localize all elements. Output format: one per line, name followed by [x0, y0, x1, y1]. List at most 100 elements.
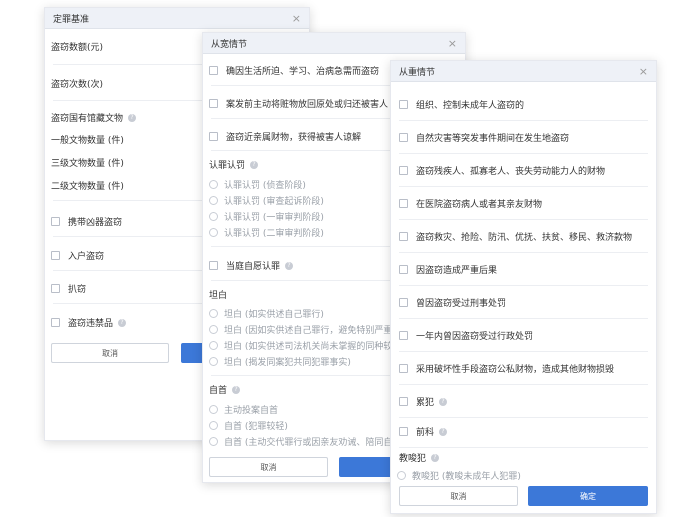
- dialog-aggravating: 从重情节 × 组织、控制未成年人盗窃的自然灾害等突发事件期间在发生地盗窃盗窃残疾…: [390, 60, 657, 514]
- radio-label: 坦白 (揭发同案犯共同犯罪事实): [224, 358, 351, 368]
- aggravating-item[interactable]: 一年内曾因盗窃受过行政处罚: [391, 329, 656, 342]
- radio-label: 认罪认罚 (侦查阶段): [224, 181, 306, 191]
- checkbox[interactable]: [51, 251, 60, 260]
- radio[interactable]: [209, 325, 218, 334]
- divider: [399, 417, 648, 418]
- checkbox-label: 在医院盗窃病人或者其亲友财物: [416, 200, 543, 210]
- dialog-header: 从宽情节 ×: [203, 33, 465, 54]
- checkbox[interactable]: [399, 133, 408, 142]
- aggravating-item[interactable]: 采用破坏性手段盗窃公私财物，造成其他财物损毁: [391, 362, 656, 375]
- aggravating-item[interactable]: 自然灾害等突发事件期间在发生地盗窃: [391, 131, 656, 144]
- divider: [399, 153, 648, 154]
- checkbox-label: 盗窃残疾人、孤寡老人、丧失劳动能力人的财物: [416, 167, 606, 177]
- checkbox-label: 当庭自愿认罪: [226, 262, 281, 272]
- checkbox[interactable]: [399, 232, 408, 241]
- radio-label: 坦白 (如实供述自己罪行): [224, 310, 324, 320]
- section-label: 自首: [209, 386, 228, 396]
- checkbox-label: 扒窃: [68, 285, 87, 295]
- dialog-title: 从宽情节: [211, 39, 248, 50]
- radio-label: 坦白 (因如实供述自己罪行，避免特别严重后: [224, 326, 402, 336]
- checkbox[interactable]: [399, 427, 408, 436]
- aggravating-item[interactable]: 盗窃残疾人、孤寡老人、丧失劳动能力人的财物: [391, 164, 656, 177]
- checkbox[interactable]: [399, 331, 408, 340]
- checkbox[interactable]: [399, 166, 408, 175]
- radio[interactable]: [209, 357, 218, 366]
- checkbox[interactable]: [209, 261, 218, 270]
- divider: [399, 120, 648, 121]
- section-instigate: 教唆犯?: [399, 451, 440, 464]
- cancel-button[interactable]: 取消: [51, 343, 169, 363]
- checkbox-label: 一年内曾因盗窃受过行政处罚: [416, 332, 534, 342]
- checkbox-label: 前科: [416, 428, 435, 438]
- radio[interactable]: [209, 437, 218, 446]
- aggravating-item[interactable]: 组织、控制未成年人盗窃的: [391, 98, 656, 111]
- cancel-button[interactable]: 取消: [209, 457, 328, 477]
- radio[interactable]: [209, 309, 218, 318]
- divider: [399, 252, 648, 253]
- aggravating-item[interactable]: 盗窃救灾、抢险、防汛、优抚、扶贫、移民、救济款物: [391, 230, 656, 243]
- checkbox-label: 盗窃违禁品: [68, 319, 114, 329]
- divider: [399, 186, 648, 187]
- radio[interactable]: [209, 180, 218, 189]
- checkbox[interactable]: [399, 397, 408, 406]
- help-icon[interactable]: ?: [128, 113, 137, 122]
- divider: [399, 318, 648, 319]
- radio[interactable]: [209, 212, 218, 221]
- radio[interactable]: [209, 405, 218, 414]
- close-icon[interactable]: ×: [292, 13, 301, 24]
- checkbox-label: 累犯: [416, 398, 435, 408]
- checkbox[interactable]: [209, 132, 218, 141]
- section-label: 盗窃国有馆藏文物: [51, 114, 124, 124]
- aggravating-item[interactable]: 前科?: [391, 425, 656, 438]
- field-label: 一般文物数量 (件): [51, 136, 124, 146]
- checkbox[interactable]: [209, 99, 218, 108]
- radio[interactable]: [209, 196, 218, 205]
- help-icon[interactable]: ?: [232, 385, 241, 394]
- checkbox[interactable]: [399, 298, 408, 307]
- divider: [399, 447, 648, 448]
- radio-label: 自首 (主动交代罪行或因亲友劝诫、陪同自首: [224, 438, 402, 448]
- radio-label: 教唆犯 (教唆未成年人犯罪): [412, 472, 521, 482]
- section-label: 认罪认罚: [209, 161, 246, 171]
- close-icon[interactable]: ×: [448, 38, 457, 49]
- help-icon[interactable]: ?: [439, 427, 448, 436]
- checkbox[interactable]: [51, 284, 60, 293]
- radio[interactable]: [209, 421, 218, 430]
- radio-label: 认罪认罚 (审查起诉阶段): [224, 197, 324, 207]
- checkbox-label: 采用破坏性手段盗窃公私财物，造成其他财物损毁: [416, 365, 615, 375]
- checkbox-label: 携带凶器盗窃: [68, 218, 123, 228]
- checkbox[interactable]: [51, 217, 60, 226]
- radio[interactable]: [397, 471, 406, 480]
- radio-label: 认罪认罚 (一审审判阶段): [224, 213, 324, 223]
- checkbox-label: 自然灾害等突发事件期间在发生地盗窃: [416, 134, 570, 144]
- radio[interactable]: [209, 341, 218, 350]
- close-icon[interactable]: ×: [639, 66, 648, 77]
- help-icon[interactable]: ?: [250, 160, 259, 169]
- checkbox-label: 因盗窃造成严重后果: [416, 266, 498, 276]
- checkbox[interactable]: [209, 66, 218, 75]
- dialog-header: 从重情节 ×: [391, 61, 656, 82]
- help-icon[interactable]: ?: [118, 318, 127, 327]
- checkbox[interactable]: [51, 318, 60, 327]
- radio[interactable]: [209, 228, 218, 237]
- help-icon[interactable]: ?: [439, 397, 448, 406]
- checkbox[interactable]: [399, 199, 408, 208]
- field-label: 盗窃数额(元): [51, 43, 104, 53]
- help-icon[interactable]: ?: [285, 261, 294, 270]
- aggravating-item[interactable]: 累犯?: [391, 395, 656, 408]
- aggravating-item[interactable]: 因盗窃造成严重后果: [391, 263, 656, 276]
- dialog-title: 定罪基准: [53, 14, 90, 25]
- checkbox-label: 入户盗窃: [68, 252, 105, 262]
- cancel-button[interactable]: 取消: [399, 486, 518, 506]
- aggravating-item[interactable]: 曾因盗窃受过刑事处罚: [391, 296, 656, 309]
- dialog-title: 从重情节: [399, 67, 436, 78]
- radio-instigate[interactable]: 教唆犯 (教唆未成年人犯罪): [391, 469, 656, 482]
- divider: [399, 384, 648, 385]
- checkbox[interactable]: [399, 364, 408, 373]
- radio-label: 认罪认罚 (二审审判阶段): [224, 229, 324, 239]
- help-icon[interactable]: ?: [431, 453, 440, 462]
- checkbox[interactable]: [399, 265, 408, 274]
- confirm-button[interactable]: 确定: [528, 486, 648, 506]
- aggravating-item[interactable]: 在医院盗窃病人或者其亲友财物: [391, 197, 656, 210]
- checkbox[interactable]: [399, 100, 408, 109]
